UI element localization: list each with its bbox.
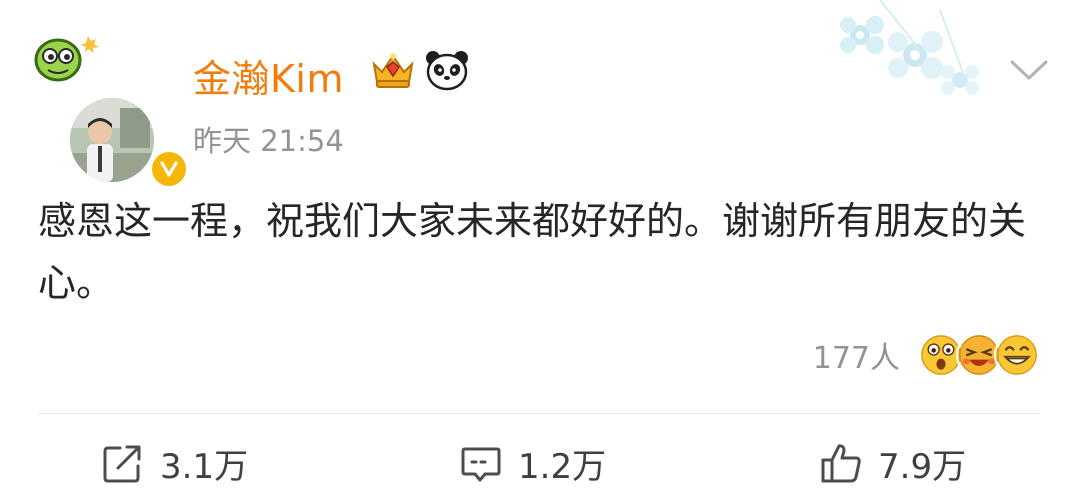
post-timestamp: 昨天 21:54 (193, 124, 344, 158)
chevron-down-icon[interactable] (1008, 56, 1050, 84)
grin-emoji-icon (994, 332, 1040, 378)
verified-icon (152, 152, 186, 186)
post-text: 感恩这一程，祝我们大家未来都好好的。谢谢所有朋友的关心。 (38, 199, 1027, 305)
repost-icon (103, 445, 141, 483)
person-photo-icon (70, 98, 154, 182)
flower-decoration-icon (840, 0, 979, 95)
repost-button[interactable]: 3.1万 (100, 438, 248, 488)
panda-icon[interactable] (424, 48, 470, 92)
like-button[interactable]: 7.9万 (818, 438, 966, 488)
comment-count: 1.2万 (518, 446, 607, 487)
comment-icon (461, 447, 501, 482)
repost-count: 3.1万 (160, 446, 249, 487)
username[interactable]: 金瀚Kim (193, 48, 344, 103)
verified-badge (148, 148, 190, 190)
comment-button[interactable]: 1.2万 (458, 438, 606, 488)
crown-icon[interactable] (370, 48, 416, 90)
avatar-pendant-icon: 来爱我 (34, 36, 139, 82)
weibo-post: 来爱我 金瀚Kim 昨天 21:54 感恩这一程，祝我们大家未来都好好的。谢谢所… (0, 0, 1080, 492)
divider (38, 413, 1040, 414)
thumbs-up-icon (821, 444, 861, 483)
action-bar: 3.1万 1.2万 7.9万 (0, 438, 1080, 488)
reaction-count: 177人 (812, 341, 900, 376)
avatar[interactable]: 来爱我 (30, 28, 190, 190)
avatar-photo (70, 98, 154, 182)
like-count: 7.9万 (878, 446, 967, 487)
reactions-summary[interactable]: 177人 (813, 330, 1040, 380)
